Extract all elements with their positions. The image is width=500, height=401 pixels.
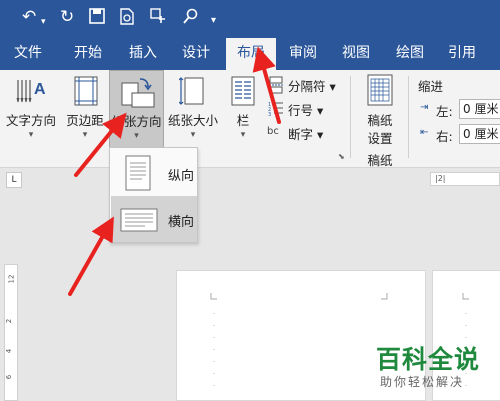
arrow-to-layout-tab <box>252 46 281 124</box>
arrow-to-orientation-button <box>74 112 127 177</box>
arrow-to-landscape-item <box>68 216 114 296</box>
annotation-arrows <box>68 46 281 296</box>
